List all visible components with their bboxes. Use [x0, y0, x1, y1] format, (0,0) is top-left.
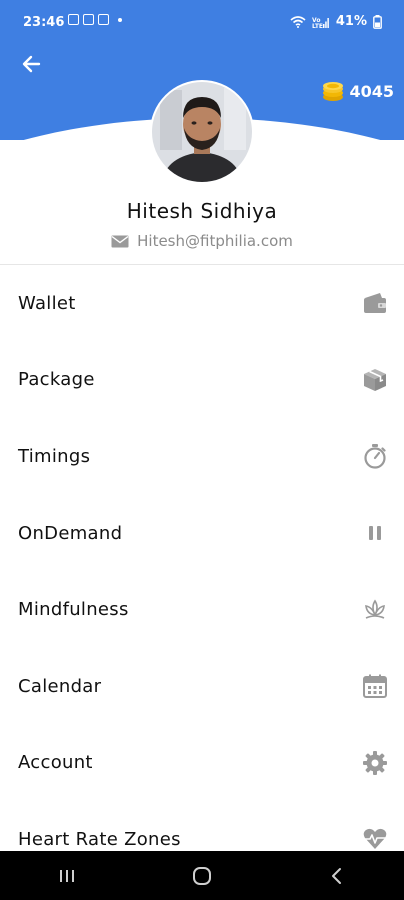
wallet-icon [362, 290, 388, 316]
signal-icon: Vo LTE [312, 17, 329, 28]
chevron-left-icon [331, 867, 341, 884]
status-time: 23:46 [23, 15, 65, 30]
menu-item-calendar[interactable]: Calendar [0, 648, 404, 725]
menu-item-label: Heart Rate Zones [18, 828, 181, 850]
stopwatch-icon [362, 443, 388, 470]
avatar[interactable] [150, 80, 254, 184]
lotus-icon [362, 597, 388, 623]
wifi-icon [290, 15, 306, 28]
heart-rate-icon [362, 826, 388, 852]
image-notification-icon [83, 14, 94, 25]
menu-item-mindfulness[interactable]: Mindfulness [0, 571, 404, 648]
menu-item-label: Timings [18, 445, 91, 467]
svg-text:LTE: LTE [312, 23, 323, 28]
more-notifications-dot [118, 17, 122, 22]
back-button[interactable] [18, 50, 46, 78]
profile-email: Hitesh@fitphilia.com [137, 232, 293, 250]
menu-item-label: Package [18, 369, 95, 391]
profile-menu: Wallet Package Timings OnDemand Mindfuln… [0, 265, 404, 878]
profile-email-row: Hitesh@fitphilia.com [0, 232, 404, 250]
instagram-notification-icon [98, 14, 109, 25]
coin-balance[interactable]: 4045 [321, 80, 394, 102]
menu-item-package[interactable]: Package [0, 342, 404, 419]
gear-icon [362, 750, 388, 776]
profile-name: Hitesh Sidhiya [126, 199, 278, 223]
menu-item-label: Calendar [18, 675, 102, 697]
menu-item-label: Account [18, 752, 93, 774]
profile-photo [152, 82, 252, 182]
notification-icons [68, 14, 122, 25]
calendar-icon [362, 673, 388, 699]
battery-icon [373, 14, 382, 29]
back-arrow-icon [22, 55, 41, 73]
coin-count: 4045 [349, 81, 394, 101]
system-nav-bar [0, 851, 404, 900]
home-button[interactable] [182, 856, 222, 896]
battery-percent: 41% [335, 14, 367, 29]
menu-item-account[interactable]: Account [0, 725, 404, 802]
menu-item-wallet[interactable]: Wallet [0, 265, 404, 342]
menu-item-label: Mindfulness [18, 599, 129, 621]
gallery-notification-icon [68, 14, 79, 25]
mail-icon [111, 235, 129, 247]
coins-icon [323, 82, 344, 101]
status-indicators: Vo LTE 41% [290, 14, 382, 29]
pause-icon [362, 520, 388, 546]
recent-apps-button[interactable] [47, 856, 87, 896]
menu-item-label: OnDemand [18, 522, 123, 544]
system-back-button[interactable] [317, 856, 357, 896]
menu-item-timings[interactable]: Timings [0, 418, 404, 495]
status-bar: 23:46 Vo LTE 41% [0, 0, 404, 44]
home-icon [192, 866, 211, 885]
menu-item-ondemand[interactable]: OnDemand [0, 495, 404, 572]
recent-apps-icon [60, 869, 75, 882]
package-icon [362, 367, 388, 393]
menu-item-label: Wallet [18, 292, 76, 314]
